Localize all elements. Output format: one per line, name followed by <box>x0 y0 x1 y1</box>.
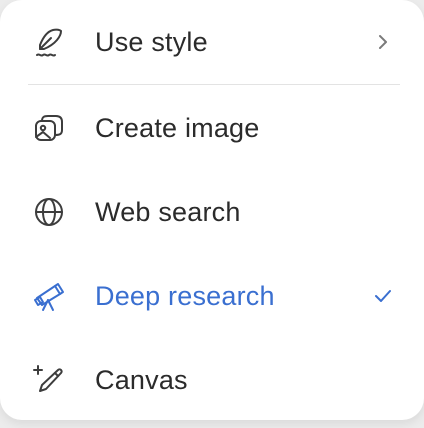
menu-item-label: Web search <box>95 196 241 227</box>
chevron-right-icon <box>372 31 394 53</box>
menu-item-deep-research[interactable]: Deep research <box>0 254 424 338</box>
menu-item-use-style[interactable]: Use style <box>0 0 424 84</box>
telescope-icon <box>30 277 68 315</box>
image-stack-icon <box>30 109 68 147</box>
menu-item-label: Deep research <box>95 280 275 311</box>
menu-item-label: Use style <box>95 26 208 57</box>
globe-icon <box>30 193 68 231</box>
checkmark-icon <box>372 285 394 307</box>
menu-item-create-image[interactable]: Create image <box>0 86 424 170</box>
menu-divider <box>28 84 400 85</box>
menu-item-canvas[interactable]: Canvas <box>0 338 424 422</box>
quill-pen-icon <box>30 23 68 61</box>
menu-item-label: Create image <box>95 112 260 143</box>
sparkle-pencil-icon <box>30 361 68 399</box>
menu-item-web-search[interactable]: Web search <box>0 170 424 254</box>
menu-item-label: Canvas <box>95 364 188 395</box>
tools-menu: Use style Create image Web search Deep r… <box>0 0 424 420</box>
